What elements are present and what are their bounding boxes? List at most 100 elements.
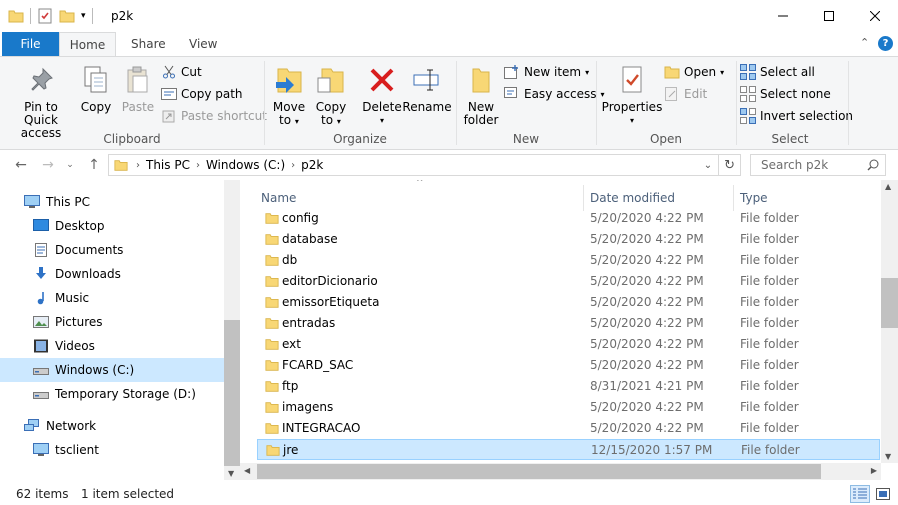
new-folder-button[interactable]: New folder	[462, 63, 500, 127]
new-folder-icon[interactable]	[59, 9, 75, 23]
file-list-vertical-scrollbar[interactable]: ▲ ▼	[881, 180, 898, 463]
new-folder-icon	[465, 63, 497, 97]
file-name: ext	[282, 337, 301, 351]
file-type: File folder	[741, 443, 800, 457]
dropdown-arrow-icon: ▾	[629, 116, 634, 125]
breadcrumb-separator-icon[interactable]: ›	[136, 160, 140, 171]
file-row[interactable]: config 5/20/2020 4:22 PM File folder	[257, 208, 880, 229]
group-label-organize: Organize	[333, 132, 387, 146]
scroll-right-icon[interactable]: ▶	[871, 466, 877, 475]
maximize-button[interactable]	[806, 0, 852, 32]
nav-item[interactable]: Videos	[0, 334, 224, 358]
search-icon	[867, 159, 879, 171]
easy-access-button[interactable]: Easy access ▾	[504, 84, 605, 104]
nav-item[interactable]: tsclient	[0, 438, 224, 462]
nav-item[interactable]: Windows (C:)	[0, 358, 224, 382]
file-list-scrollbar-thumb[interactable]	[881, 278, 898, 328]
copy-path-button[interactable]: Copy path	[161, 84, 243, 104]
scroll-down-icon[interactable]: ▼	[228, 469, 234, 478]
tab-share[interactable]: Share	[131, 32, 166, 56]
tab-view[interactable]: View	[189, 32, 217, 56]
search-box[interactable]: Search p2k	[750, 154, 886, 176]
search-input[interactable]: Search p2k	[761, 158, 828, 172]
nav-item[interactable]: Documents	[0, 238, 224, 262]
file-date-modified: 5/20/2020 4:22 PM	[590, 211, 704, 225]
address-dropdown-icon[interactable]: ⌄	[704, 160, 712, 171]
properties-icon[interactable]	[37, 8, 53, 24]
drive-icon	[33, 362, 49, 378]
help-icon[interactable]: ?	[878, 36, 893, 51]
file-row[interactable]: database 5/20/2020 4:22 PM File folder	[257, 229, 880, 250]
collapse-ribbon-icon[interactable]: ⌃	[860, 36, 869, 49]
nav-item[interactable]: Downloads	[0, 262, 224, 286]
group-label-select: Select	[771, 132, 809, 146]
nav-scrollbar-thumb[interactable]	[224, 320, 240, 466]
breadcrumb-this-pc[interactable]: This PC	[146, 158, 190, 172]
breadcrumb-p2k[interactable]: p2k	[301, 158, 323, 172]
copy-button[interactable]: Copy	[80, 63, 112, 114]
folder-icon	[114, 158, 128, 172]
paste-shortcut-button[interactable]: Paste shortcut	[161, 106, 267, 126]
file-name: imagens	[282, 400, 334, 414]
file-row[interactable]: ext 5/20/2020 4:22 PM File folder	[257, 334, 880, 355]
horizontal-scrollbar-thumb[interactable]	[257, 464, 821, 479]
nav-item[interactable]: Temporary Storage (D:)	[0, 382, 224, 406]
nav-scrollbar[interactable]: ▼	[224, 180, 240, 480]
cut-button[interactable]: Cut	[161, 62, 202, 82]
edit-button[interactable]: Edit	[664, 84, 707, 104]
file-name: editorDicionario	[282, 274, 378, 288]
nav-item[interactable]: Desktop	[0, 214, 224, 238]
details-view-button[interactable]	[850, 485, 870, 503]
breadcrumb-separator-icon[interactable]: ›	[291, 160, 295, 171]
nav-item[interactable]: Pictures	[0, 310, 224, 334]
file-row[interactable]: db 5/20/2020 4:22 PM File folder	[257, 250, 880, 271]
nav-item[interactable]: Music	[0, 286, 224, 310]
properties-button[interactable]: Properties ▾	[602, 63, 662, 127]
scroll-down-icon[interactable]: ▼	[885, 452, 891, 461]
scroll-left-icon[interactable]: ◀	[244, 466, 250, 475]
rename-button[interactable]: Rename	[402, 63, 452, 114]
minimize-button[interactable]	[760, 0, 806, 32]
file-row[interactable]: INTEGRACAO 5/20/2020 4:22 PM File folder	[257, 418, 880, 439]
customize-qat-icon[interactable]: ▾	[81, 11, 86, 21]
tab-file[interactable]: File	[2, 32, 59, 56]
scroll-up-icon[interactable]: ▲	[885, 182, 891, 191]
file-row[interactable]: editorDicionario 5/20/2020 4:22 PM File fo…	[257, 271, 880, 292]
recent-locations-button[interactable]: ⌄	[60, 155, 80, 175]
nav-item[interactable]: Network	[0, 414, 224, 438]
close-button[interactable]	[852, 0, 898, 32]
new-item-icon	[504, 64, 520, 80]
large-icons-view-button[interactable]	[874, 485, 892, 503]
file-row[interactable]: ftp 8/31/2021 4:21 PM File folder	[257, 376, 880, 397]
copy-to-button[interactable]: Copy to ▾	[314, 63, 348, 128]
file-row[interactable]: FCARD_SAC 5/20/2020 4:22 PM File folder	[257, 355, 880, 376]
select-all-button[interactable]: Select all	[740, 62, 815, 82]
delete-button[interactable]: Delete ▾	[362, 63, 402, 127]
invert-selection-button[interactable]: Invert selection	[740, 106, 853, 126]
up-button[interactable]: ↑	[84, 155, 104, 175]
file-row[interactable]: imagens 5/20/2020 4:22 PM File folder	[257, 397, 880, 418]
address-bar[interactable]: › This PC › Windows (C:) › p2k ⌄ ↻	[108, 154, 741, 176]
new-item-button[interactable]: New item ▾	[504, 62, 589, 82]
file-list: ^ Name Date modified Type config 5/20/202…	[240, 180, 898, 480]
documents-icon	[33, 242, 49, 258]
tab-home[interactable]: Home	[59, 32, 116, 57]
file-row[interactable]: entradas 5/20/2020 4:22 PM File folder	[257, 313, 880, 334]
group-label-open: Open	[649, 132, 683, 146]
paste-button[interactable]: Paste	[120, 63, 156, 114]
pin-to-quick-access-button[interactable]: Pin to Quick access	[8, 63, 74, 140]
file-row[interactable]: emissorEtiqueta 5/20/2020 4:22 PM File fol…	[257, 292, 880, 313]
folder-icon	[265, 232, 279, 246]
open-button[interactable]: Open ▾	[664, 62, 724, 82]
select-none-button[interactable]: Select none	[740, 84, 831, 104]
forward-button[interactable]: →	[38, 155, 58, 175]
back-button[interactable]: ←	[11, 155, 31, 175]
move-to-button[interactable]: Move to ▾	[272, 63, 306, 128]
nav-item[interactable]: This PC	[0, 190, 224, 214]
breadcrumb-separator-icon[interactable]: ›	[196, 160, 200, 171]
breadcrumb-windows-c[interactable]: Windows (C:)	[206, 158, 285, 172]
file-list-horizontal-scrollbar[interactable]: ◀ ▶	[240, 463, 881, 480]
refresh-icon[interactable]: ↻	[724, 158, 735, 173]
file-row[interactable]: jre 12/15/2020 1:57 PM File folder	[257, 439, 880, 460]
select-all-icon	[740, 64, 756, 80]
